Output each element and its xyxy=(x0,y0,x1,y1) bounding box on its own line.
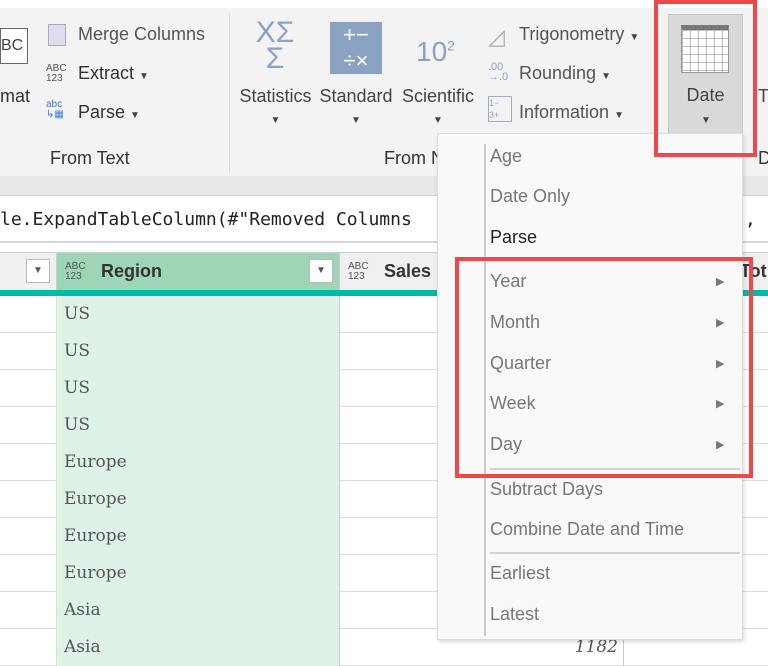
menu-item-subtract-days[interactable]: Subtract Days xyxy=(490,479,603,500)
formula-text: le.ExpandTableColumn(#"Removed Columns xyxy=(0,209,412,230)
abc123-icon: ABC 123 xyxy=(46,63,67,84)
region-cell[interactable]: Europe xyxy=(57,444,340,481)
region-cell[interactable]: US xyxy=(57,370,340,407)
column-name: Sales xyxy=(384,261,432,281)
type-icon[interactable]: ABC 123 xyxy=(65,262,87,282)
cell-prev[interactable] xyxy=(0,481,57,518)
merge-columns-button[interactable]: Merge Columns xyxy=(78,24,205,45)
cell-prev[interactable] xyxy=(0,518,57,555)
cell-prev[interactable] xyxy=(0,407,57,444)
column-name: Region xyxy=(101,261,162,281)
statistics-button[interactable]: Statistics ▼ xyxy=(238,86,313,128)
menu-item-parse[interactable]: Parse xyxy=(490,227,537,248)
region-cell[interactable]: Europe xyxy=(57,481,340,518)
statistics-icon: XΣ Σ xyxy=(255,16,295,75)
rounding-button[interactable]: Rounding ▼ xyxy=(519,63,611,84)
region-cell[interactable]: Asia xyxy=(57,592,340,629)
menu-item-earliest[interactable]: Earliest xyxy=(490,563,550,584)
from-text-group-label: From Text xyxy=(50,148,130,168)
menu-item-latest[interactable]: Latest xyxy=(490,604,539,625)
filter-dropdown-button[interactable]: ▼ xyxy=(309,259,333,283)
cell-prev[interactable] xyxy=(0,629,57,666)
parse-icon: abc ↳▦ xyxy=(46,99,64,120)
cell-prev[interactable] xyxy=(0,333,57,370)
information-button[interactable]: Information ▼ xyxy=(519,102,624,123)
highlight-date-button xyxy=(654,0,757,157)
formula-tail: , xyxy=(745,209,756,230)
column-header-prev[interactable]: ▼ xyxy=(0,253,57,291)
merge-columns-icon xyxy=(48,24,66,46)
standard-button[interactable]: Standard ▼ xyxy=(318,86,394,128)
extract-button[interactable]: Extract ▼ xyxy=(78,63,149,84)
cell-prev[interactable] xyxy=(0,592,57,629)
menu-item-date-only[interactable]: Date Only xyxy=(490,186,570,207)
type-icon[interactable]: ABC 123 xyxy=(348,262,370,282)
region-cell[interactable]: US xyxy=(57,296,340,333)
scientific-button[interactable]: Scientific ▼ xyxy=(400,86,476,128)
cell-prev[interactable] xyxy=(0,444,57,481)
cell-prev[interactable] xyxy=(0,370,57,407)
standard-icon: +− ÷× xyxy=(330,22,382,74)
format-icon: BC xyxy=(0,28,28,64)
scientific-icon: 102 xyxy=(416,36,455,67)
format-button[interactable]: mat xyxy=(0,86,30,107)
cell-prev[interactable] xyxy=(0,555,57,592)
menu-separator xyxy=(490,552,740,554)
trigonometry-button[interactable]: Trigonometry ▼ xyxy=(519,24,639,45)
trigonometry-icon: ◿ xyxy=(488,24,505,49)
menu-item-age[interactable]: Age xyxy=(490,146,522,167)
from-number-group-label: From N xyxy=(384,148,444,168)
parse-button[interactable]: Parse ▼ xyxy=(78,102,140,123)
information-icon: 1− 3+ xyxy=(488,96,512,122)
column-header-region[interactable]: ABC 123 Region ▼ xyxy=(57,253,340,291)
menu-item-combine-date-and-time[interactable]: Combine Date and Time xyxy=(490,519,684,540)
region-cell[interactable]: US xyxy=(57,333,340,370)
highlight-submenus xyxy=(455,257,753,478)
region-cell[interactable]: Europe xyxy=(57,555,340,592)
sales-value: 1182 xyxy=(574,637,618,657)
cell-prev[interactable] xyxy=(0,296,57,333)
from-date-group-label: D xyxy=(758,148,768,168)
filter-dropdown-button[interactable]: ▼ xyxy=(26,259,50,283)
region-cell[interactable]: Asia xyxy=(57,629,340,666)
region-cell[interactable]: Europe xyxy=(57,518,340,555)
region-cell[interactable]: US xyxy=(57,407,340,444)
time-button-partial[interactable]: T xyxy=(758,86,768,107)
rounding-icon: .00 →.0 xyxy=(488,61,509,83)
divider xyxy=(229,13,230,173)
